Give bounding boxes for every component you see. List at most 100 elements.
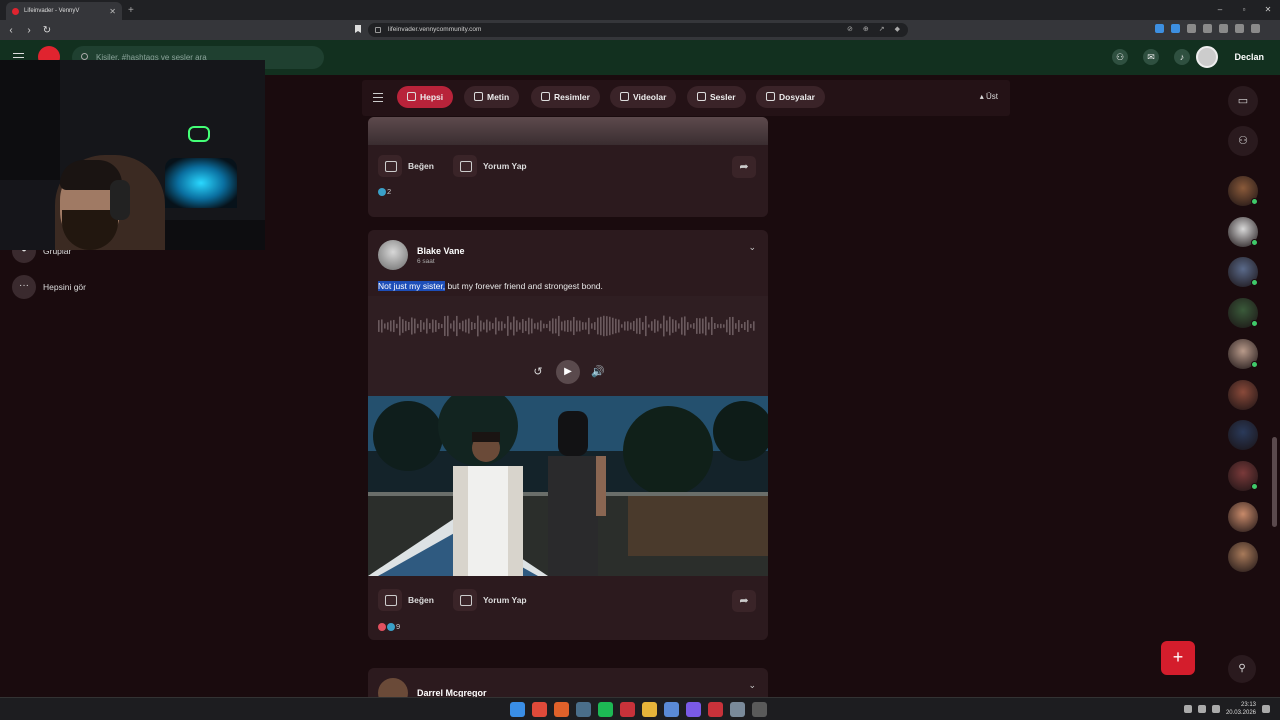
friend-avatar[interactable] (1228, 338, 1258, 369)
scrollbar-thumb[interactable] (1272, 437, 1277, 527)
post-image[interactable] (368, 117, 768, 145)
filter-chip-text[interactable]: Metin (464, 86, 520, 108)
avatar[interactable] (378, 240, 408, 270)
like-button[interactable]: Beğen (378, 589, 434, 611)
back-arrow-icon[interactable]: ‹ (4, 25, 18, 36)
forward-arrow-icon[interactable]: › (22, 25, 36, 36)
scrollbar[interactable] (1271, 75, 1278, 695)
waveform-bar (480, 320, 482, 332)
audio-waveform[interactable] (378, 314, 758, 338)
clock-time: 23:13 (1240, 702, 1256, 708)
chip-label: Resimler (554, 92, 590, 102)
address-bar[interactable]: lifeinvader.vennycommunity.com ⊘ ⊕ ↗ ◆ (368, 23, 908, 37)
browser-tab[interactable]: Lifeinvader - VennyV ✕ (6, 2, 122, 20)
play-button[interactable]: ▶ (556, 360, 580, 384)
filter-chip-images[interactable]: Resimler (531, 86, 600, 108)
reload-icon[interactable]: ↻ (40, 25, 54, 36)
extension-icon[interactable] (1155, 24, 1164, 33)
friend-avatar[interactable] (1228, 298, 1258, 329)
filter-chip-videos[interactable]: Videolar (610, 86, 677, 108)
wifi-icon[interactable] (1197, 705, 1206, 713)
tab-close-icon[interactable]: ✕ (109, 7, 116, 16)
steam-icon[interactable] (576, 702, 591, 717)
friend-avatar[interactable] (1228, 257, 1258, 288)
waveform-bar (468, 318, 470, 334)
volume-icon[interactable] (1211, 705, 1220, 713)
settings-icon[interactable] (730, 702, 745, 717)
scroll-to-top-button[interactable]: Üst (980, 92, 998, 101)
extension-icon[interactable] (1171, 24, 1180, 33)
site-info-icon[interactable] (375, 27, 381, 33)
find-people-icon[interactable]: ⚲ (1228, 655, 1256, 683)
filter-chip-sounds[interactable]: Sesler (687, 86, 746, 108)
clock[interactable]: 23:13 20.03.2026 (1226, 701, 1256, 717)
comment-button[interactable]: Yorum Yap (453, 589, 527, 611)
avatar[interactable] (1196, 46, 1218, 68)
folder-icon[interactable] (642, 702, 657, 717)
maximize-button[interactable]: ▫ (1232, 0, 1256, 20)
volume-icon[interactable]: 🔊 (588, 362, 608, 382)
filter-settings-icon[interactable] (373, 93, 383, 102)
spotify-icon[interactable] (598, 702, 613, 717)
comment-button[interactable]: Yorum Yap (453, 155, 527, 177)
brave-browser-icon[interactable] (554, 702, 569, 717)
extension-icon[interactable] (1187, 24, 1196, 33)
minimize-button[interactable]: – (1208, 0, 1232, 20)
notification-icon[interactable] (1262, 705, 1270, 713)
replay-icon[interactable]: ↺ (528, 362, 548, 382)
user-name[interactable]: Declan (1234, 52, 1264, 62)
waveform-bar (561, 321, 563, 331)
app-icon[interactable] (620, 702, 635, 717)
sidebar-item-see-all[interactable]: ··· Hepsini gör (12, 275, 86, 299)
share-page-icon[interactable]: ↗ (879, 23, 885, 37)
messages-icon[interactable]: ✉ (1143, 49, 1159, 65)
new-tab-button[interactable]: + (128, 5, 134, 16)
zoom-icon[interactable]: ⊕ (863, 23, 869, 37)
friends-icon[interactable]: ⚇ (1112, 49, 1128, 65)
windows-start-icon[interactable] (510, 702, 525, 717)
taskbar-apps (510, 702, 767, 717)
friend-avatar[interactable] (1228, 379, 1258, 410)
bell-icon[interactable]: ♪ (1174, 49, 1190, 65)
chat-icon[interactable]: ▭ (1228, 86, 1258, 116)
translate-icon[interactable]: ⊘ (847, 23, 853, 37)
friend-avatar[interactable] (1228, 176, 1258, 206)
online-status-badge (1251, 320, 1258, 328)
app-icon[interactable] (752, 702, 767, 717)
filter-chip-files[interactable]: Dosyalar (756, 86, 825, 108)
extension-icon[interactable] (1203, 24, 1212, 33)
chevron-up-icon[interactable] (1183, 705, 1192, 713)
filter-chip-all[interactable]: Hepsi (397, 86, 454, 108)
shield-icon[interactable] (708, 702, 723, 717)
create-post-button[interactable]: + (1161, 641, 1195, 675)
waveform-bar (603, 315, 605, 337)
waveform-bar (489, 321, 491, 331)
close-window-button[interactable]: ✕ (1256, 0, 1280, 20)
chevron-down-icon[interactable]: ⌄ (748, 680, 756, 691)
app-icon[interactable] (664, 702, 679, 717)
friend-avatar[interactable] (1228, 460, 1258, 491)
share-icon[interactable]: ➦ (732, 156, 756, 178)
add-friend-icon[interactable]: ⚇ (1228, 126, 1258, 156)
friend-avatar[interactable] (1228, 216, 1258, 247)
chevron-down-icon[interactable]: ⌄ (748, 242, 756, 253)
friend-avatar[interactable] (1228, 420, 1258, 451)
friend-avatar[interactable] (1228, 501, 1258, 532)
post-image[interactable] (368, 396, 768, 576)
reaction-count: 9 (396, 622, 401, 631)
discord-icon[interactable] (686, 702, 701, 717)
waveform-bar (699, 318, 701, 334)
chip-label: Metin (487, 92, 510, 102)
reaction-summary[interactable]: 9 (378, 622, 400, 631)
brave-shield-icon[interactable]: ◆ (895, 23, 900, 37)
like-button[interactable]: Beğen (378, 155, 434, 177)
waveform-bar (570, 320, 572, 332)
media-icon[interactable] (1219, 24, 1228, 33)
reaction-summary[interactable]: 2 (378, 187, 391, 196)
friend-avatar[interactable] (1228, 542, 1258, 573)
post-author[interactable]: Blake Vane (417, 246, 465, 256)
menu-icon[interactable] (1251, 24, 1260, 33)
app-icon[interactable] (532, 702, 547, 717)
share-icon[interactable]: ➦ (732, 590, 756, 612)
sidebar-toggle-icon[interactable] (1235, 24, 1244, 33)
